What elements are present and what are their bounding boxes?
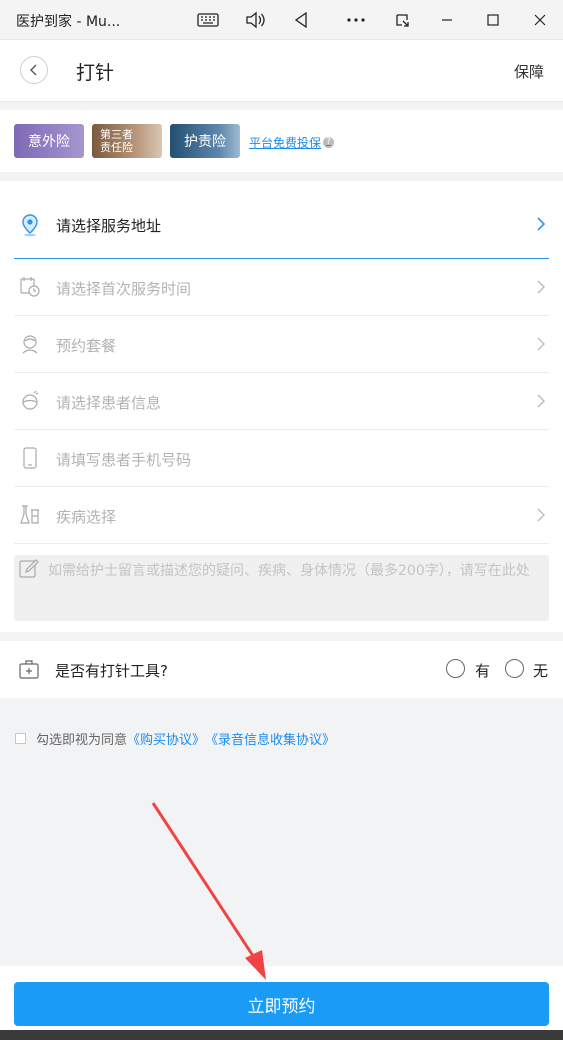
nurse-icon	[18, 332, 42, 356]
tool-question: 是否有打针工具?	[55, 662, 168, 680]
badge-label: 意外险	[28, 134, 70, 150]
edit-icon	[18, 558, 40, 580]
tool-yes-label[interactable]: 有	[475, 660, 490, 681]
tool-yes-radio[interactable]	[446, 659, 465, 678]
accident-insurance-badge[interactable]: 意外险	[14, 124, 84, 158]
patient-label: 请选择患者信息	[56, 394, 162, 412]
flask-icon	[18, 503, 42, 527]
nursing-insurance-badge[interactable]: 护责险	[170, 124, 240, 158]
free-insurance-label: 平台免费投保	[249, 136, 322, 150]
guarantee-link[interactable]: 保障	[514, 61, 544, 82]
help-icon[interactable]: ?	[323, 137, 335, 148]
first-time-row[interactable]: 请选择首次服务时间	[14, 259, 549, 316]
purchase-agreement-link[interactable]: 《购买协议》	[127, 729, 205, 748]
note-placeholder: 如需给护士留言或描述您的疑问、疾病、身体情况（最多200字），请写在此处	[48, 563, 530, 579]
free-insurance-link[interactable]: 平台免费投保 ?	[249, 134, 335, 151]
taskbar	[0, 1030, 563, 1040]
agreement-checkbox[interactable]	[15, 733, 26, 744]
agreement-row: 勾选即视为同意 《购买协议》 《录音信息收集协议》	[15, 729, 335, 748]
address-label: 请选择服务地址	[56, 217, 162, 235]
window-titlebar: 医护到家 - Mu...	[0, 0, 563, 40]
booking-form: 请选择服务地址 请选择首次服务时间 预约套餐 请选择患者信息 请填写患者手机号码	[0, 181, 563, 632]
chevron-right-icon	[537, 337, 545, 351]
package-row[interactable]: 预约套餐	[14, 316, 549, 373]
location-pin-icon	[18, 213, 42, 237]
recording-agreement-link[interactable]: 《录音信息收集协议》	[205, 729, 335, 748]
book-now-button[interactable]: 立即预约	[14, 982, 549, 1026]
tool-no-radio[interactable]	[505, 659, 524, 678]
badge-label-line2: 责任险	[100, 141, 133, 154]
close-icon[interactable]	[525, 6, 555, 34]
back-button[interactable]	[20, 56, 48, 84]
disease-label: 疾病选择	[56, 508, 117, 526]
address-row[interactable]: 请选择服务地址	[14, 193, 549, 259]
badge-label: 护责险	[184, 134, 226, 150]
phone-row[interactable]: 请填写患者手机号码	[14, 430, 549, 487]
badge-label-line1: 第三者	[100, 128, 133, 141]
patient-icon	[18, 389, 42, 413]
package-label: 预约套餐	[56, 337, 117, 355]
chevron-left-icon	[30, 64, 37, 76]
insurance-strip: 意外险 第三者 责任险 护责险 平台免费投保 ?	[0, 110, 563, 172]
disease-row[interactable]: 疾病选择	[14, 487, 549, 544]
maximize-icon[interactable]	[478, 6, 508, 34]
clock-calendar-icon	[18, 275, 42, 299]
more-icon[interactable]	[341, 6, 371, 34]
liability-insurance-badge[interactable]: 第三者 责任险	[92, 124, 162, 158]
chevron-right-icon	[537, 508, 545, 522]
chevron-right-icon	[537, 394, 545, 408]
tool-question-row: 是否有打针工具? 有 无	[0, 641, 563, 698]
patient-row[interactable]: 请选择患者信息	[14, 373, 549, 430]
chevron-right-icon	[537, 280, 545, 294]
volume-icon[interactable]	[240, 6, 270, 34]
window-title: 医护到家 - Mu...	[16, 14, 121, 30]
note-textarea[interactable]: 如需给护士留言或描述您的疑问、疾病、身体情况（最多200字），请写在此处	[14, 555, 549, 621]
phone-icon	[18, 446, 42, 470]
page-title: 打针	[76, 62, 115, 84]
app-header: 打针 保障	[0, 40, 563, 102]
tool-no-label[interactable]: 无	[533, 660, 548, 681]
first-time-label: 请选择首次服务时间	[56, 280, 192, 298]
phone-input[interactable]: 请填写患者手机号码	[56, 449, 191, 470]
medical-kit-icon	[18, 658, 40, 680]
back-triangle-icon[interactable]	[286, 6, 316, 34]
chevron-right-icon	[537, 217, 546, 231]
minimize-icon[interactable]	[432, 6, 462, 34]
keyboard-icon[interactable]	[193, 6, 223, 34]
agreement-prefix: 勾选即视为同意	[36, 733, 128, 748]
snap-icon[interactable]	[387, 6, 417, 34]
